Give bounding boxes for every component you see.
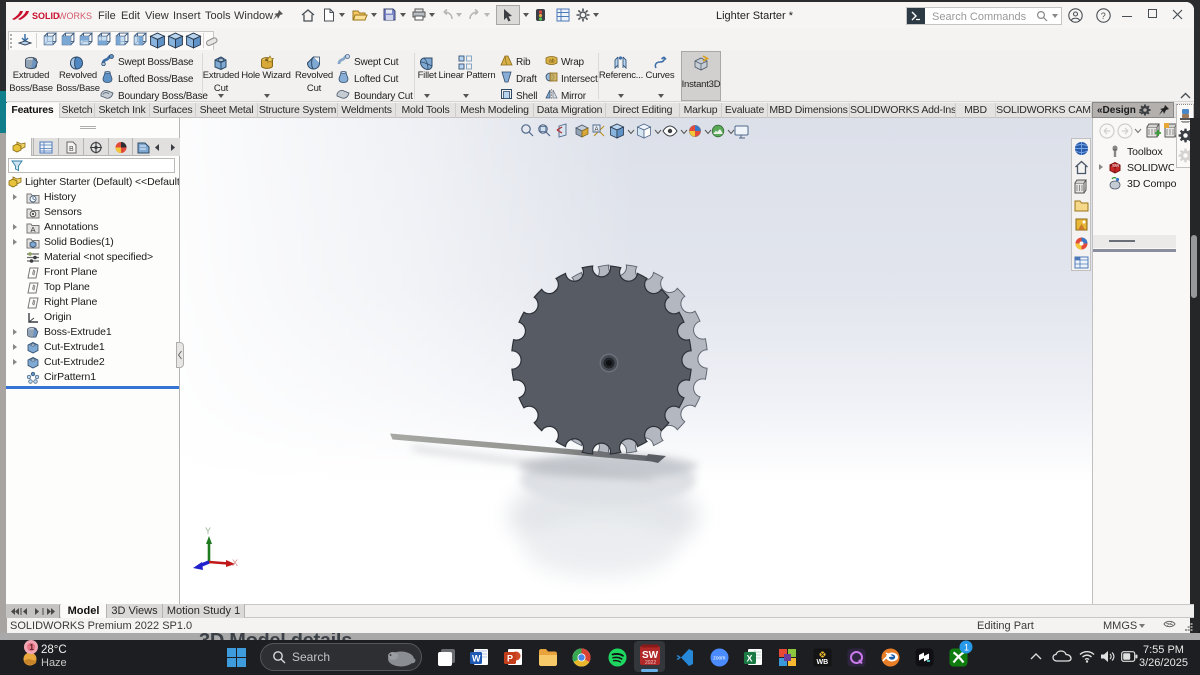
svg-text:X: X bbox=[232, 558, 238, 568]
svg-text:2022: 2022 bbox=[645, 660, 656, 666]
svg-text:W: W bbox=[472, 654, 481, 664]
svg-text:SW: SW bbox=[1112, 163, 1120, 168]
svg-text:WB: WB bbox=[817, 659, 829, 666]
svg-text:zoom: zoom bbox=[713, 656, 725, 662]
svg-text:Y: Y bbox=[205, 526, 211, 536]
svg-text:B: B bbox=[69, 146, 74, 153]
svg-text:?: ? bbox=[1101, 11, 1106, 21]
svg-text:ab: ab bbox=[549, 59, 555, 65]
svg-text:1: 1 bbox=[964, 643, 969, 653]
svg-text:WORKS: WORKS bbox=[58, 11, 92, 21]
svg-text:X: X bbox=[747, 654, 753, 664]
svg-text:P: P bbox=[507, 654, 513, 664]
svg-text:SOLID: SOLID bbox=[32, 11, 60, 21]
svg-text:1: 1 bbox=[29, 642, 34, 652]
svg-text:A: A bbox=[31, 225, 36, 234]
